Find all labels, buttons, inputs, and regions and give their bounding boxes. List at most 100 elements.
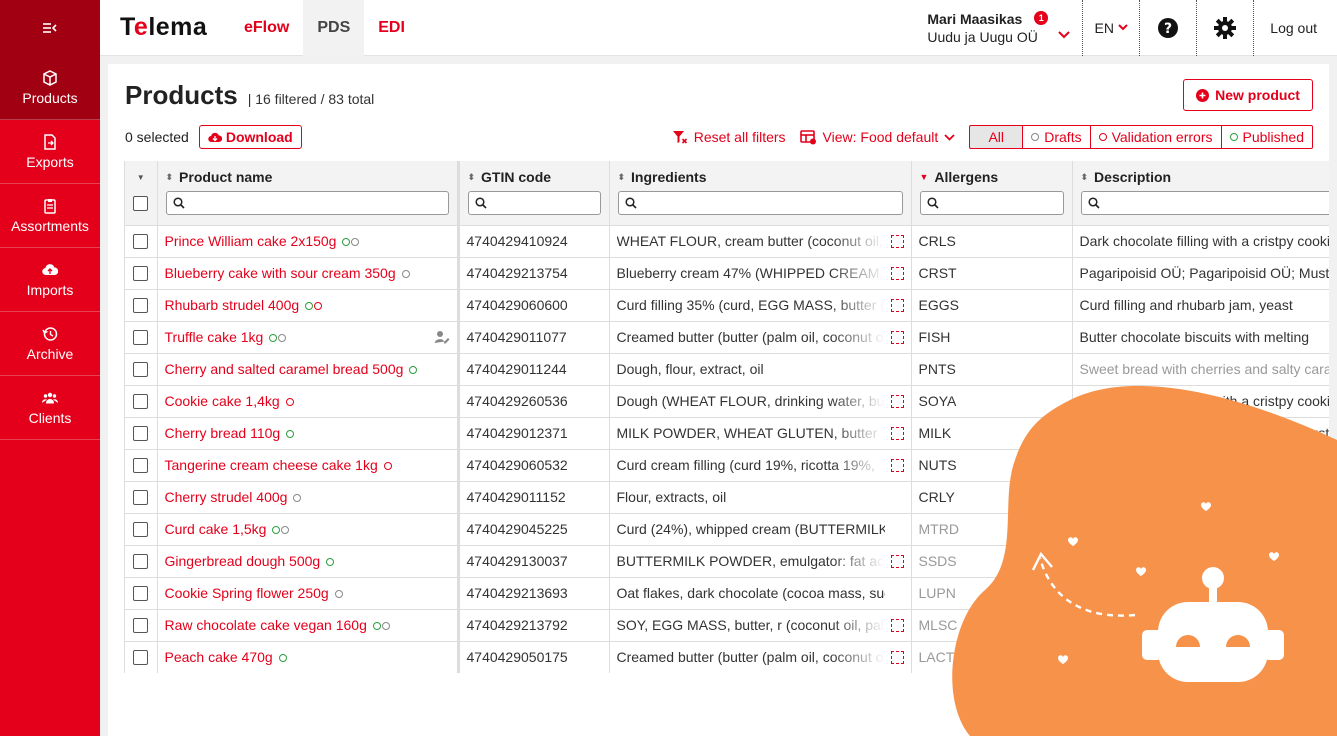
product-name-link[interactable]: Prince William cake 2x150g — [165, 233, 337, 249]
product-name-link[interactable]: Gingerbread dough 500g — [165, 553, 321, 569]
row-checkbox[interactable] — [133, 234, 149, 250]
sidebar-item-exports[interactable]: Exports — [0, 120, 100, 184]
row-checkbox[interactable] — [133, 458, 149, 474]
table-row[interactable]: Curd cake 1,5kg 4740429045225 Curd (24%), … — [125, 513, 1329, 546]
row-checkbox[interactable] — [133, 554, 149, 570]
table-row[interactable]: Cookie cake 1,4kg 4740429260536 Dough (WHE… — [125, 385, 1329, 418]
table-row[interactable]: Tangerine cream cheese cake 1kg 474042906… — [125, 449, 1329, 482]
product-name-link[interactable]: Cherry bread 110g — [165, 425, 281, 441]
row-checkbox[interactable] — [133, 522, 149, 538]
product-name-link[interactable]: Cherry and salted caramel bread 500g — [165, 361, 404, 377]
row-checkbox[interactable] — [133, 426, 149, 442]
sort-icon[interactable]: ⬍ — [1081, 172, 1089, 183]
column-search-input[interactable] — [919, 191, 1064, 215]
product-name-link[interactable]: Cherry strudel 400g — [165, 489, 288, 505]
product-name-link[interactable]: Cookie cake 1,4kg — [165, 393, 280, 409]
sort-icon[interactable]: ⬍ — [618, 172, 626, 183]
table-row[interactable]: Cherry strudel 400g 4740429011152 Flour, e… — [125, 481, 1329, 514]
row-checkbox[interactable] — [133, 490, 149, 506]
sort-icon[interactable]: ⬍ — [468, 172, 476, 183]
filter-validation-errors[interactable]: Validation errors — [1090, 125, 1222, 149]
sidebar-item-assortments[interactable]: Assortments — [0, 184, 100, 248]
expand-text-icon[interactable] — [890, 330, 904, 344]
table-row[interactable]: Cherry and salted caramel bread 500g 4740… — [125, 353, 1329, 386]
view-selector[interactable]: View: Food default — [799, 129, 956, 145]
row-checkbox[interactable] — [133, 298, 149, 314]
filter-drafts[interactable]: Drafts — [1023, 125, 1091, 149]
settings-button[interactable] — [1197, 0, 1255, 56]
product-name-link[interactable]: Raw chocolate cake vegan 160g — [165, 617, 367, 633]
row-checkbox[interactable] — [133, 586, 149, 602]
expand-text-icon[interactable] — [890, 650, 904, 664]
column-search-input[interactable] — [617, 191, 903, 215]
column-header-description[interactable]: ⬍ Description — [1072, 161, 1329, 226]
clipboard-icon — [44, 198, 56, 214]
gtin-cell: 4740429213693 — [458, 577, 610, 610]
column-header-ingredients[interactable]: ⬍ Ingredients — [609, 161, 912, 226]
table-row[interactable]: Cookie Spring flower 250g 4740429213693 Oa… — [125, 577, 1329, 610]
column-header-allergens[interactable]: ▼ Allergens — [911, 161, 1073, 226]
product-name-link[interactable]: Truffle cake 1kg — [165, 329, 264, 345]
sidebar-item-clients[interactable]: Clients — [0, 376, 100, 440]
row-checkbox[interactable] — [133, 394, 149, 410]
expand-text-icon[interactable] — [890, 298, 904, 312]
row-checkbox[interactable] — [133, 650, 149, 666]
column-search-input[interactable] — [1080, 191, 1329, 215]
new-product-button[interactable]: New product — [1183, 79, 1313, 111]
expand-text-icon[interactable] — [890, 458, 904, 472]
expand-text-icon[interactable] — [890, 234, 904, 248]
telema-logo[interactable]: Telema — [120, 13, 230, 42]
status-dot-icon — [334, 590, 343, 599]
sidebar-item-imports[interactable]: Imports — [0, 248, 100, 312]
allergens-cell: LUPN — [911, 577, 1073, 610]
user-menu[interactable]: Mari Maasikas 1 Uudu ja Uugu OÜ — [927, 0, 1084, 56]
table-row[interactable]: Rhubarb strudel 400g 4740429060600 Curd fi… — [125, 289, 1329, 322]
table-header-row: ▼ ⬍ Product name ⬍ GTIN code ⬍ Ingredients … — [125, 161, 1329, 226]
table-row[interactable]: Cherry bread 110g 4740429012371 MILK POWDE… — [125, 417, 1329, 450]
nav-tab-edi[interactable]: EDI — [364, 0, 419, 56]
nav-tab-eflow[interactable]: eFlow — [230, 0, 303, 56]
expand-text-icon[interactable] — [890, 554, 904, 568]
row-checkbox[interactable] — [133, 266, 149, 282]
product-name-link[interactable]: Tangerine cream cheese cake 1kg — [165, 457, 378, 473]
expand-text-icon[interactable] — [890, 394, 904, 408]
download-button[interactable]: Download — [198, 125, 302, 149]
sidebar-item-products[interactable]: Products — [0, 56, 100, 120]
table-row[interactable]: Raw chocolate cake vegan 160g 47404292137… — [125, 609, 1329, 642]
gtin-cell: 4740429260536 — [458, 385, 610, 418]
help-button[interactable]: ? — [1140, 0, 1198, 56]
filter-published[interactable]: Published — [1221, 125, 1313, 149]
product-name-link[interactable]: Blueberry cake with sour cream 350g — [165, 265, 396, 281]
column-header-gtin-code[interactable]: ⬍ GTIN code — [458, 161, 610, 226]
product-name-link[interactable]: Cookie Spring flower 250g — [165, 585, 329, 601]
table-row[interactable]: Peach cake 470g 4740429050175 Creamed butt… — [125, 641, 1329, 673]
product-name-link[interactable]: Peach cake 470g — [165, 649, 273, 665]
column-search-input[interactable] — [467, 191, 601, 215]
column-search-input[interactable] — [165, 191, 449, 215]
row-checkbox[interactable] — [133, 330, 149, 346]
table-row[interactable]: Prince William cake 2x150g 4740429410924 W… — [125, 225, 1329, 258]
expand-text-icon[interactable] — [890, 426, 904, 440]
row-checkbox[interactable] — [133, 362, 149, 378]
select-all-checkbox[interactable] — [133, 195, 149, 211]
column-header-product-name[interactable]: ⬍ Product name — [157, 161, 460, 226]
logout-button[interactable]: Log out — [1254, 0, 1337, 56]
table-row[interactable]: Gingerbread dough 500g 4740429130037 BUTTE… — [125, 545, 1329, 578]
sort-icon[interactable]: ▼ — [920, 172, 929, 182]
product-name-link[interactable]: Rhubarb strudel 400g — [165, 297, 300, 313]
expand-text-icon[interactable] — [890, 618, 904, 632]
sidebar-toggle-button[interactable] — [0, 0, 100, 56]
sort-icon[interactable]: ⬍ — [166, 172, 174, 183]
sidebar-item-archive[interactable]: Archive — [0, 312, 100, 376]
language-selector[interactable]: EN — [1083, 0, 1141, 56]
bulk-select-dropdown[interactable]: ▼ — [125, 173, 156, 182]
nav-tab-pds[interactable]: PDS — [303, 0, 365, 56]
filter-all[interactable]: All — [969, 125, 1024, 149]
row-checkbox[interactable] — [133, 618, 149, 634]
table-row[interactable]: Blueberry cake with sour cream 350g 47404… — [125, 257, 1329, 290]
user-edit-icon[interactable] — [434, 330, 450, 344]
reset-filters-button[interactable]: Reset all filters — [672, 129, 786, 145]
expand-text-icon[interactable] — [890, 266, 904, 280]
product-name-link[interactable]: Curd cake 1,5kg — [165, 521, 267, 537]
table-row[interactable]: Truffle cake 1kg 4740429011077 Creamed but… — [125, 321, 1329, 354]
